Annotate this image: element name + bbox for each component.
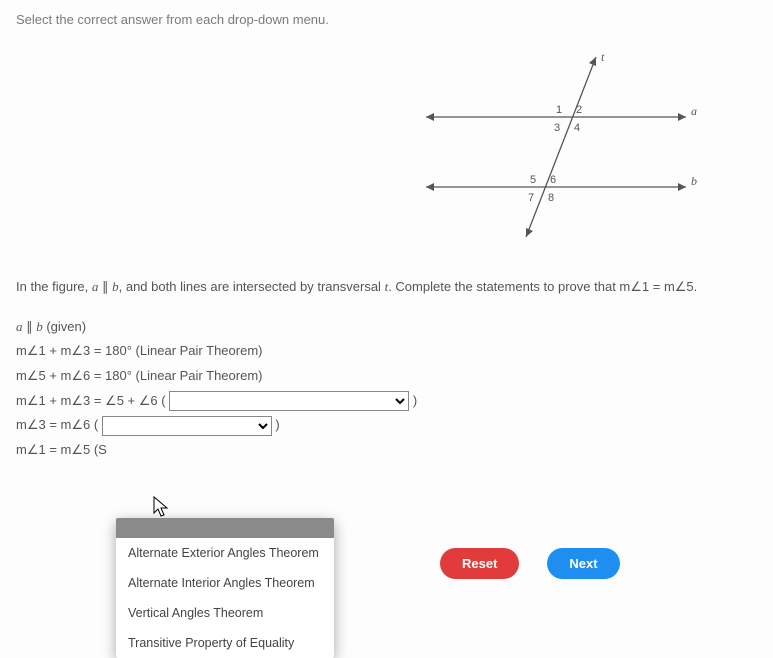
cursor-icon	[152, 495, 172, 519]
angle-7: 7	[528, 192, 534, 204]
proof-line-6: m∠1 = m∠5 (S	[16, 438, 757, 463]
dropdown-popup: Alternate Exterior Angles Theorem Altern…	[116, 518, 334, 658]
proof-line-5: m∠3 = m∠6 ( )	[16, 413, 757, 438]
angle-8: 8	[548, 192, 554, 204]
angle-5: 5	[530, 174, 536, 186]
dropdown-option[interactable]: Alternate Exterior Angles Theorem	[116, 538, 334, 568]
proof-line-1: a ∥ b (given)	[16, 315, 757, 340]
dropdown-option[interactable]: Transitive Property of Equality	[116, 628, 334, 658]
reset-button[interactable]: Reset	[440, 548, 519, 579]
dropdown-option[interactable]: Vertical Angles Theorem	[116, 598, 334, 628]
angle-1: 1	[556, 104, 562, 116]
dropdown-header-bar	[116, 518, 334, 538]
proof-line-2: m∠1 + m∠3 = 180° (Linear Pair Theorem)	[16, 339, 757, 364]
label-a: a	[691, 104, 697, 118]
proof-steps: a ∥ b (given) m∠1 + m∠3 = 180° (Linear P…	[16, 315, 757, 463]
dropdown-option[interactable]: Alternate Interior Angles Theorem	[116, 568, 334, 598]
angle-3: 3	[554, 122, 560, 134]
geometry-figure: t a b 1 2 3 4 5 6 7 8	[396, 47, 716, 247]
instruction-text: Select the correct answer from each drop…	[16, 12, 757, 27]
angle-2: 2	[576, 104, 582, 116]
reason-dropdown-1[interactable]	[169, 391, 409, 411]
proof-line-3: m∠5 + m∠6 = 180° (Linear Pair Theorem)	[16, 364, 757, 389]
label-b: b	[691, 174, 697, 188]
problem-prompt: In the figure, a ∥ b, and both lines are…	[16, 277, 757, 297]
proof-line-4: m∠1 + m∠3 = ∠5 + ∠6 ( )	[16, 389, 757, 414]
next-button[interactable]: Next	[547, 548, 619, 579]
label-t: t	[601, 50, 605, 64]
angle-4: 4	[574, 122, 580, 134]
button-row: Reset Next	[440, 548, 620, 579]
reason-dropdown-2[interactable]	[102, 416, 272, 436]
angle-6: 6	[550, 174, 556, 186]
